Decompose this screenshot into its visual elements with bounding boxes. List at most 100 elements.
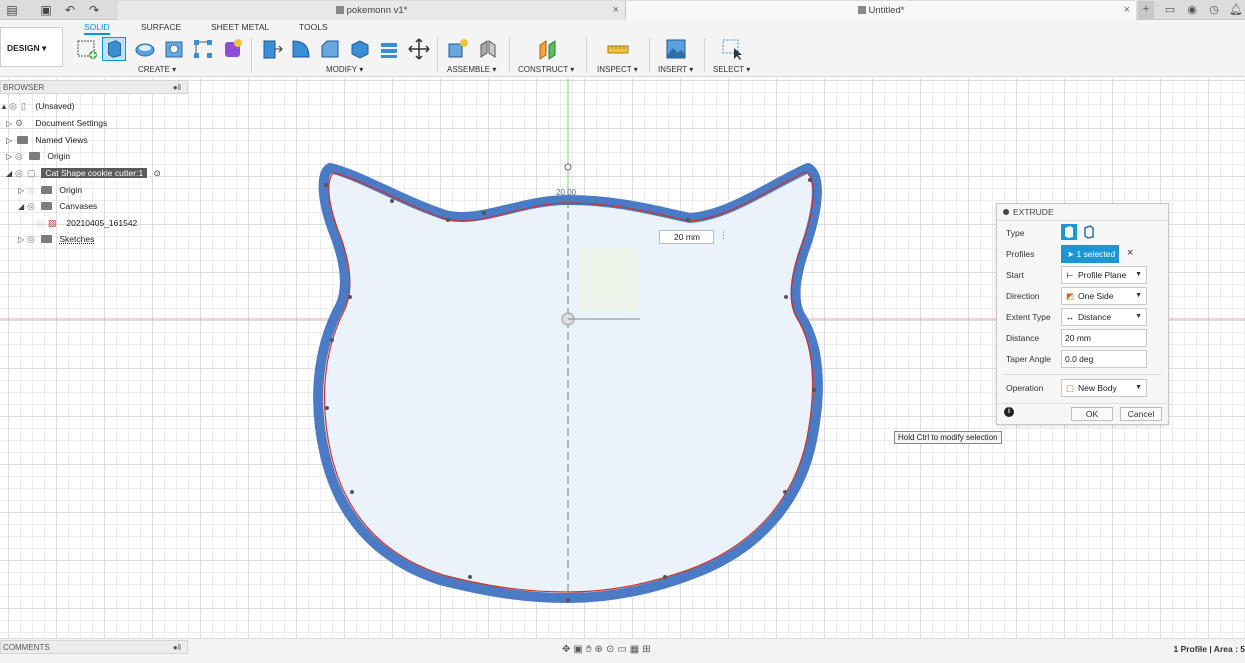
clear-selection-icon[interactable]: × xyxy=(1127,247,1133,259)
more-options-icon[interactable]: ⋮ xyxy=(719,230,728,241)
distance-input[interactable]: 20 mm xyxy=(1061,329,1147,347)
expand-icon[interactable]: ▷ xyxy=(6,116,15,132)
insert-menu[interactable]: INSERT ▾ xyxy=(658,65,693,74)
messages-icon[interactable]: ▭ xyxy=(1162,2,1178,18)
extrude-type-solid-icon[interactable] xyxy=(1061,224,1077,240)
offset-plane-icon[interactable] xyxy=(536,37,560,61)
select-window-icon[interactable] xyxy=(720,37,744,61)
look-at-icon[interactable]: ▣ xyxy=(573,644,585,655)
file-menu-icon[interactable]: ▤ xyxy=(4,2,20,18)
comments-panel-header[interactable]: COMMENTS ●‖ xyxy=(0,640,188,654)
select-menu[interactable]: SELECT ▾ xyxy=(713,65,750,74)
tree-item-origin[interactable]: ▷ ◎ Origin xyxy=(6,148,70,164)
pan-icon[interactable]: ✋︎ xyxy=(586,644,595,655)
visibility-eye-icon[interactable]: ◎ xyxy=(15,165,27,181)
chamfer-icon[interactable] xyxy=(318,37,342,61)
create-menu[interactable]: CREATE ▾ xyxy=(138,65,176,74)
new-component-icon[interactable] xyxy=(446,37,470,61)
orbit-icon[interactable]: ✥ xyxy=(562,644,573,655)
start-select[interactable]: ⊢ Profile Plane ▼ xyxy=(1061,266,1147,284)
measure-icon[interactable] xyxy=(606,37,630,61)
pattern-icon[interactable] xyxy=(191,37,215,61)
grid-settings-icon[interactable]: ▦ xyxy=(630,644,642,655)
tab-sheet-metal[interactable]: SHEET METAL xyxy=(211,22,269,32)
dialog-footer: i OK Cancel xyxy=(997,403,1170,424)
add-comment-icon[interactable]: ●‖ xyxy=(173,641,181,654)
close-tab-icon[interactable]: × xyxy=(613,1,619,20)
new-tab-icon[interactable]: + xyxy=(1138,1,1154,19)
expand-icon[interactable]: ▷ xyxy=(18,183,27,199)
inspect-menu[interactable]: INSPECT ▾ xyxy=(597,65,638,74)
expand-icon[interactable]: ▷ xyxy=(18,232,27,248)
create-sketch-icon[interactable] xyxy=(75,37,99,61)
revolve-icon[interactable] xyxy=(133,37,157,61)
taper-angle-input[interactable]: 0.0 deg xyxy=(1061,350,1147,368)
cancel-button[interactable]: Cancel xyxy=(1120,407,1162,421)
hidden-eye-icon[interactable]: ◎ xyxy=(36,215,48,231)
browser-header[interactable]: BROWSER ●‖ xyxy=(0,80,188,94)
construct-menu[interactable]: CONSTRUCT ▾ xyxy=(518,65,574,74)
dialog-pin-icon[interactable] xyxy=(1003,209,1009,215)
pin-icon[interactable]: ●‖ xyxy=(173,81,181,94)
collapse-icon[interactable]: ◢ xyxy=(18,199,27,215)
undo-icon[interactable]: ↶ xyxy=(62,2,78,18)
press-pull-icon[interactable] xyxy=(260,37,284,61)
document-tab-pokemonn[interactable]: pokemonn v1* × xyxy=(118,1,626,20)
zoom-icon[interactable]: ⊕ xyxy=(595,644,606,655)
expand-icon[interactable]: ▷ xyxy=(6,149,15,165)
modify-menu[interactable]: MODIFY ▾ xyxy=(326,65,363,74)
visibility-eye-icon[interactable]: ◎ xyxy=(27,231,39,247)
tree-item-canvases[interactable]: ◢ ◎ Canvases xyxy=(18,198,97,214)
extent-type-select[interactable]: ↔ Distance ▼ xyxy=(1061,308,1147,326)
move-copy-icon[interactable] xyxy=(407,37,431,61)
extrude-type-thin-icon[interactable] xyxy=(1081,224,1097,240)
extrude-handle[interactable] xyxy=(564,163,572,171)
tree-item-named-views[interactable]: ▷ Named Views xyxy=(6,132,88,148)
close-tab-icon[interactable]: × xyxy=(1124,1,1130,20)
hidden-eye-icon[interactable]: ◎ xyxy=(27,182,39,198)
insert-image-icon[interactable] xyxy=(664,37,688,61)
extrude-icon[interactable] xyxy=(102,37,126,61)
redo-icon[interactable]: ↷ xyxy=(86,2,102,18)
zoom-window-icon[interactable]: ⊙ xyxy=(606,644,617,655)
distance-manipulator-input[interactable]: 20 mm xyxy=(659,230,714,244)
dialog-header[interactable]: EXTRUDE xyxy=(997,204,1168,221)
operation-select[interactable]: ▢ New Body ▼ xyxy=(1061,379,1147,397)
collapse-icon[interactable]: ▲ xyxy=(0,99,9,115)
tree-item-document-settings[interactable]: ▷ ⚙ Document Settings xyxy=(6,115,107,131)
tree-item-canvas-image[interactable]: ◎ ▨ 20210405_161542 xyxy=(36,215,137,231)
tab-surface[interactable]: SURFACE xyxy=(141,22,181,32)
visibility-eye-icon[interactable]: ◎ xyxy=(9,98,21,114)
viewports-icon[interactable]: ⊞ xyxy=(642,644,653,655)
tree-item-component[interactable]: ◢ ◎ ▢ Cat Shape cookie cutter:1 ⊙ xyxy=(6,165,161,181)
tree-item-root[interactable]: ▲◎ ▯ (Unsaved) xyxy=(0,98,75,114)
profiles-selection-button[interactable]: ➤ 1 selected xyxy=(1061,245,1119,263)
hole-icon[interactable] xyxy=(162,37,186,61)
fillet-icon[interactable] xyxy=(289,37,313,61)
tab-tools[interactable]: TOOLS xyxy=(299,22,328,32)
tree-item-sketches[interactable]: ▷ ◎ Sketches xyxy=(18,231,94,247)
joint-icon[interactable] xyxy=(476,37,500,61)
split-body-icon[interactable] xyxy=(377,37,401,61)
direction-select[interactable]: ◩ One Side ▼ xyxy=(1061,287,1147,305)
tab-solid[interactable]: SOLID xyxy=(84,22,110,35)
activate-radio-icon[interactable]: ⊙ xyxy=(154,168,161,178)
save-icon[interactable]: ▣ xyxy=(38,2,54,18)
expand-icon[interactable]: ▷ xyxy=(6,133,15,149)
tree-item-component-origin[interactable]: ▷ ◎ Origin xyxy=(18,182,82,198)
create-form-icon[interactable] xyxy=(221,37,245,61)
extensions-icon[interactable]: ◉ xyxy=(1184,2,1200,18)
collapse-icon[interactable]: ◢ xyxy=(6,166,15,182)
shell-icon[interactable] xyxy=(347,37,371,61)
visibility-eye-icon[interactable]: ◎ xyxy=(27,198,39,214)
document-tab-untitled[interactable]: Untitled* × xyxy=(626,1,1136,20)
workspace-switcher[interactable]: DESIGN ▾ xyxy=(0,27,63,67)
info-icon[interactable]: i xyxy=(1004,407,1014,417)
display-settings-icon[interactable]: ▭ xyxy=(617,644,629,655)
visibility-eye-icon[interactable]: ◎ xyxy=(15,148,27,164)
notifications-icon[interactable]: 🔔︎ xyxy=(1228,2,1244,18)
job-status-icon[interactable]: ◷ xyxy=(1206,2,1222,18)
toolbar-divider xyxy=(704,38,705,72)
ok-button[interactable]: OK xyxy=(1071,407,1113,421)
assemble-menu[interactable]: ASSEMBLE ▾ xyxy=(447,65,496,74)
